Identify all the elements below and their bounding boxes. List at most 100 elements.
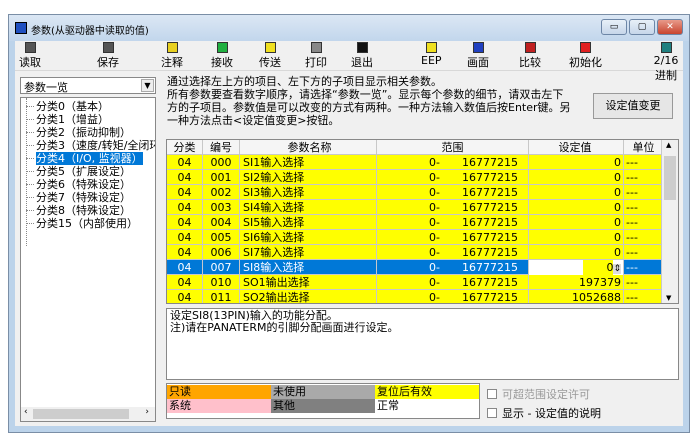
- toolbar-button-11[interactable]: 2/16进制: [649, 42, 683, 83]
- range-max: 16777215: [462, 291, 518, 304]
- toolbar-button-8[interactable]: 画面: [467, 42, 489, 70]
- number-cell: 011: [203, 290, 240, 303]
- column-header[interactable]: 参数名称: [240, 140, 377, 155]
- tree-item[interactable]: 分类2（振动抑制）: [21, 126, 155, 139]
- category-cell: 04: [167, 155, 203, 170]
- table-row[interactable]: 04 003 SI4输入选择 0- 16777215 0 ---: [167, 200, 662, 215]
- range-cell: 0- 16777215: [377, 170, 529, 185]
- minimize-button[interactable]: ▭: [601, 19, 627, 35]
- scroll-right-icon[interactable]: ›: [145, 407, 149, 417]
- toolbar-label: 保存: [97, 56, 119, 69]
- tree-item[interactable]: 分类1（增益）: [21, 113, 155, 126]
- toolbar-label: 2/16进制: [653, 54, 679, 82]
- toolbar-label: 接收: [211, 56, 233, 69]
- column-header[interactable]: 范围: [377, 140, 529, 155]
- info-line: 一种方法点击<设定值变更>按钮。: [167, 114, 340, 127]
- table-row[interactable]: 04 001 SI2输入选择 0- 16777215 0 ---: [167, 170, 662, 185]
- tree-item-label: 分类4（I/O, 监视器）: [36, 152, 143, 165]
- toolbar-button-2[interactable]: 注释: [161, 42, 183, 70]
- table-row[interactable]: 04 011 SO2输出选择 0- 16777215 1052688 ---: [167, 290, 662, 304]
- toolbar-button-1[interactable]: 保存: [97, 42, 119, 70]
- allow-out-of-range-checkbox[interactable]: 可超范围设定许可: [487, 386, 590, 402]
- legend-item: 正常: [375, 399, 479, 413]
- range-cell: 0- 16777215: [377, 230, 529, 245]
- table-header: 分类 编号 参数名称 范围 设定值 单位: [167, 140, 662, 155]
- tree-item[interactable]: 分类5（扩展设定）: [21, 165, 155, 178]
- tree-item[interactable]: 分类4（I/O, 监视器）: [21, 152, 155, 165]
- scroll-left-icon[interactable]: ‹: [24, 407, 28, 417]
- parameter-table: ▲ ▼ 分类 编号 参数名称 范围 设定值 单位 04 000 SI1输入选择 0- 1677721…: [166, 139, 679, 304]
- column-header[interactable]: 编号: [203, 140, 240, 155]
- receive-icon: [216, 42, 228, 53]
- number-cell: 001: [203, 170, 240, 185]
- toolbar-button-6[interactable]: 退出: [351, 42, 373, 70]
- value-cell[interactable]: 0⇕: [529, 260, 624, 275]
- range-min: 0-: [429, 156, 440, 169]
- tree-item[interactable]: 分类7（特殊设定）: [21, 191, 155, 204]
- info-line: 方的子项目。参数值是可以改变的方式有两种。一种方法输入数值后按Enter键。另: [167, 101, 571, 114]
- tree-item[interactable]: 分类0（基本）: [21, 100, 155, 113]
- value-cell: 0: [529, 245, 624, 260]
- category-dropdown[interactable]: 参数一览 ▼: [20, 77, 156, 94]
- toolbar-button-7[interactable]: EEP: [421, 42, 442, 67]
- value-spin-input[interactable]: 0: [583, 260, 614, 275]
- color-legend: 只读 未使用 复位后有效 系统 其他 正常: [166, 383, 480, 419]
- legend-item: 只读: [167, 385, 271, 399]
- value-cell: 0: [529, 230, 624, 245]
- tree-item[interactable]: 分类6（特殊设定）: [21, 178, 155, 191]
- tree-item[interactable]: 分类3（速度/转矩/全闭环: [21, 139, 155, 152]
- name-cell: SI8输入选择: [240, 260, 377, 275]
- scroll-down-icon[interactable]: ▼: [666, 294, 671, 302]
- floppy-icon: [24, 42, 36, 53]
- instructions: 通过选择左上方的项目、左下方的子项目显示相关参数。 所有参数要查看数字顺序，请选…: [167, 75, 587, 127]
- toolbar-button-5[interactable]: 打印: [305, 42, 327, 70]
- toolbar-button-10[interactable]: 初始化: [569, 42, 602, 70]
- column-header[interactable]: 单位: [624, 140, 662, 155]
- exit-icon: [356, 42, 368, 53]
- number-cell: 002: [203, 185, 240, 200]
- scroll-up-icon[interactable]: ▲: [666, 141, 671, 149]
- table-vertical-scrollbar[interactable]: ▲ ▼: [662, 140, 678, 303]
- column-header[interactable]: 设定值: [529, 140, 624, 155]
- title-bar: 参数(从驱动器中读取的值) ▭ ▢ ✕: [9, 15, 689, 41]
- column-header[interactable]: 分类: [167, 140, 203, 155]
- change-value-button[interactable]: 设定值变更: [593, 93, 673, 119]
- checkbox-icon[interactable]: [487, 389, 497, 399]
- checkbox-icon[interactable]: [487, 408, 497, 418]
- range-cell: 0- 16777215: [377, 215, 529, 230]
- category-cell: 04: [167, 290, 203, 303]
- show-description-checkbox[interactable]: 显示 - 设定值的说明: [487, 405, 601, 421]
- range-min: 0-: [429, 246, 440, 259]
- scroll-thumb[interactable]: [33, 409, 129, 419]
- toolbar-label: 注释: [161, 56, 183, 69]
- toolbar-button-3[interactable]: 接收: [211, 42, 233, 70]
- table-row[interactable]: 04 004 SI5输入选择 0- 16777215 0 ---: [167, 215, 662, 230]
- tree-horizontal-scrollbar[interactable]: ‹ ›: [21, 407, 155, 421]
- info-line: 所有参数要查看数字顺序，请选择“参数一览”。显示每个参数的细节，请双击左下: [167, 88, 564, 101]
- tree-item[interactable]: 分类8（特殊设定）: [21, 204, 155, 217]
- number-cell: 007: [203, 260, 240, 275]
- table-row[interactable]: 04 007 SI8输入选择 0- 16777215 0⇕ ---: [167, 260, 662, 275]
- close-button[interactable]: ✕: [657, 19, 683, 35]
- table-row[interactable]: 04 006 SI7输入选择 0- 16777215 0 ---: [167, 245, 662, 260]
- legend-item: 系统: [167, 399, 271, 413]
- number-cell: 003: [203, 200, 240, 215]
- maximize-button[interactable]: ▢: [629, 19, 655, 35]
- name-cell: SI5输入选择: [240, 215, 377, 230]
- spinner-icon[interactable]: ⇕: [613, 264, 621, 274]
- range-max: 16777215: [462, 201, 518, 214]
- app-icon: [15, 22, 27, 34]
- tree-item-label: 分类0（基本）: [36, 100, 109, 113]
- toolbar-button-9[interactable]: 比较: [519, 42, 541, 70]
- category-cell: 04: [167, 245, 203, 260]
- toolbar-button-0[interactable]: 读取: [19, 42, 41, 70]
- table-row[interactable]: 04 002 SI3输入选择 0- 16777215 0 ---: [167, 185, 662, 200]
- table-row[interactable]: 04 005 SI6输入选择 0- 16777215 0 ---: [167, 230, 662, 245]
- table-row[interactable]: 04 010 SO1输出选择 0- 16777215 197379 ---: [167, 275, 662, 290]
- tree-item[interactable]: 分类15（内部使用）: [21, 217, 155, 230]
- scroll-thumb[interactable]: [664, 156, 676, 200]
- toolbar-button-4[interactable]: 传送: [259, 42, 281, 70]
- table-row[interactable]: 04 000 SI1输入选择 0- 16777215 0 ---: [167, 155, 662, 170]
- name-cell: SI6输入选择: [240, 230, 377, 245]
- chevron-down-icon[interactable]: ▼: [141, 79, 154, 92]
